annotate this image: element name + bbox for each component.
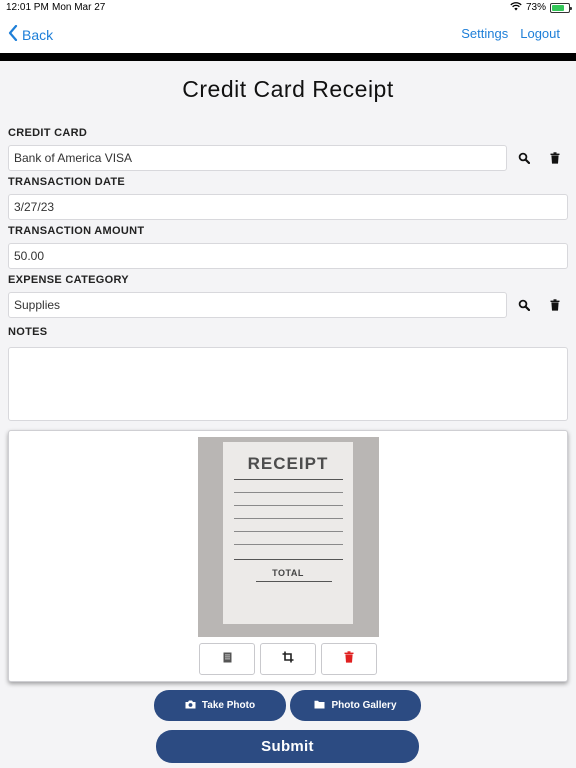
status-time: 12:01 PM — [6, 2, 49, 13]
wifi-icon — [510, 1, 522, 14]
credit-card-trash-icon[interactable] — [547, 150, 563, 166]
receipt-line — [256, 581, 332, 582]
photo-panel: RECEIPT TOTAL — [8, 430, 568, 682]
crop-icon — [282, 650, 294, 668]
logout-link[interactable]: Logout — [520, 26, 560, 41]
camera-icon — [185, 700, 196, 712]
receipt-line — [234, 518, 343, 519]
crop-button[interactable] — [260, 643, 316, 675]
receipt-line — [234, 544, 343, 545]
trash-icon — [344, 650, 354, 668]
delete-photo-button[interactable] — [321, 643, 377, 675]
expense-category-search-icon[interactable] — [516, 297, 532, 313]
photo-gallery-button[interactable]: Photo Gallery — [290, 690, 421, 721]
receipt-photo: RECEIPT TOTAL — [198, 437, 379, 637]
back-label: Back — [22, 26, 54, 43]
take-photo-label: Take Photo — [201, 700, 256, 711]
photo-gallery-label: Photo Gallery — [331, 700, 397, 711]
status-date: Mon Mar 27 — [52, 2, 106, 13]
receipt-line — [234, 505, 343, 506]
receipt-line — [234, 559, 343, 560]
submit-button[interactable]: Submit — [156, 730, 419, 763]
status-right: 73% — [510, 1, 572, 14]
view-document-button[interactable] — [199, 643, 255, 675]
document-icon — [223, 650, 232, 668]
back-button[interactable]: Back — [8, 24, 54, 44]
settings-link[interactable]: Settings — [461, 26, 508, 41]
expense-category-field[interactable]: Supplies — [8, 292, 507, 318]
chevron-left-icon — [8, 24, 18, 44]
expense-category-trash-icon[interactable] — [547, 297, 563, 313]
receipt-total: TOTAL — [272, 568, 304, 578]
receipt-line — [234, 492, 343, 493]
nav-divider — [0, 53, 576, 61]
page-title: Credit Card Receipt — [182, 76, 394, 102]
notes-label: NOTES — [8, 326, 48, 338]
notes-textarea[interactable] — [8, 347, 568, 421]
credit-card-field[interactable]: Bank of America VISA — [8, 145, 507, 171]
credit-card-search-icon[interactable] — [516, 150, 532, 166]
receipt-paper: RECEIPT TOTAL — [223, 442, 353, 624]
nav-bar: Back Settings Logout — [0, 16, 576, 53]
transaction-date-field[interactable]: 3/27/23 — [8, 194, 568, 220]
nav-right: Settings Logout — [461, 26, 560, 41]
receipt-line — [234, 479, 343, 480]
receipt-title: RECEIPT — [247, 454, 329, 473]
battery-percent: 73% — [525, 2, 546, 13]
transaction-amount-field[interactable]: 50.00 — [8, 243, 568, 269]
credit-card-label: CREDIT CARD — [8, 127, 88, 139]
folder-icon — [314, 700, 325, 712]
receipt-line — [234, 531, 343, 532]
transaction-date-label: TRANSACTION DATE — [8, 176, 126, 188]
take-photo-button[interactable]: Take Photo — [154, 690, 286, 721]
expense-category-label: EXPENSE CATEGORY — [8, 274, 129, 286]
battery-icon — [550, 2, 572, 13]
status-bar: 12:01 PM Mon Mar 27 73% — [0, 0, 576, 16]
transaction-amount-label: TRANSACTION AMOUNT — [8, 225, 145, 237]
